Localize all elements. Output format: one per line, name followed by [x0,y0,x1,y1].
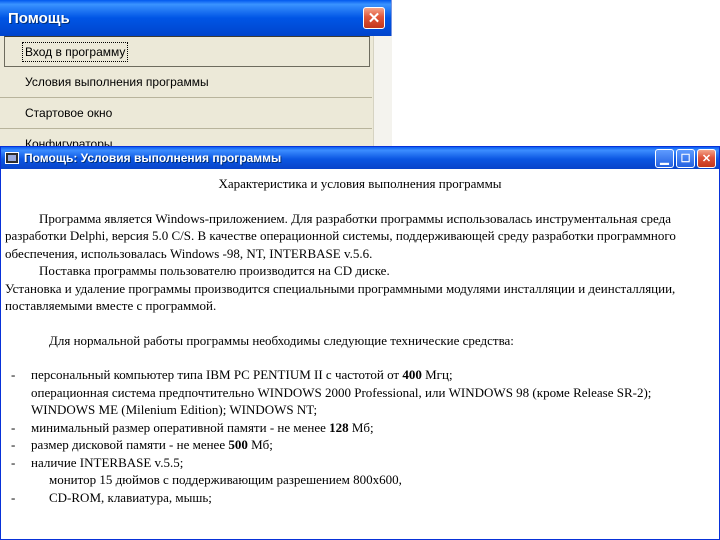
requirement-continuation: WINDOWS ME (Milenium Edition); WINDOWS N… [31,402,318,417]
doc-window-titlebar[interactable]: Помощь: Условия выполнения программы ▁ ☐… [1,147,719,169]
doc-content: Характеристика и условия выполнения прог… [1,169,719,506]
help-topic-label: Условия выполнения программы [25,75,209,89]
help-topic-conditions[interactable]: Условия выполнения программы [0,67,372,98]
list-dash: - [11,437,16,452]
doc-window: Помощь: Условия выполнения программы ▁ ☐… [0,146,720,540]
doc-paragraph-1: Программа является Windows-приложением. … [5,210,676,261]
requirement-continuation: монитор 15 дюймов с поддерживающим разре… [49,472,402,487]
close-icon: ✕ [367,10,381,27]
help-window-close-button[interactable]: ✕ [363,7,385,29]
requirement-item: - минимальный размер оперативной памяти … [5,419,715,437]
close-icon: ✕ [701,152,712,165]
help-topic-label: Вход в программу [21,41,129,62]
list-dash: - [11,367,16,382]
requirement-text: персональный компьютер типа IBM PC PENTI… [31,367,453,382]
doc-paragraph-2: Поставка программы пользователю производ… [39,263,390,278]
maximize-button[interactable]: ☐ [676,148,695,168]
help-window-title: Помощь [8,9,70,27]
help-window-titlebar[interactable]: Помощь ✕ [0,0,391,36]
minimize-button[interactable]: ▁ [655,148,674,168]
requirement-text: размер дисковой памяти - не менее 500 Мб… [31,437,273,452]
help-topic-login[interactable]: Вход в программу [4,36,370,67]
help-topic-start-window[interactable]: Стартовое окно [0,98,372,129]
doc-window-title: Помощь: Условия выполнения программы [24,151,282,165]
maximize-icon: ☐ [680,152,691,165]
list-dash: - [11,454,16,470]
requirement-continuation: операционная система предпочтительно WIN… [31,384,652,400]
requirement-text: CD-ROM, клавиатура, мышь; [49,489,212,505]
requirement-text: наличие INTERBASE v.5.5; [31,454,184,470]
requirement-item: - CD-ROM, клавиатура, мышь; [5,489,715,507]
list-dash: - [11,419,16,435]
requirements-heading: Для нормальной работы программы необходи… [49,332,514,348]
list-dash: - [11,489,16,505]
requirement-item: - размер дисковой памяти - не менее 500 … [5,436,715,454]
help-topic-label: Стартовое окно [25,106,113,120]
requirement-item: - наличие INTERBASE v.5.5; [5,454,715,472]
help-topic-list: Вход в программу Условия выполнения прог… [0,36,372,160]
minimize-icon: ▁ [660,152,669,165]
close-button[interactable]: ✕ [697,148,716,168]
window-app-icon [5,152,19,164]
doc-heading: Характеристика и условия выполнения прог… [218,176,502,191]
requirement-text: минимальный размер оперативной памяти - … [31,419,374,435]
requirement-item: - персональный компьютер типа IBM PC PEN… [5,366,715,384]
doc-paragraph-3: Установка и удаление программы производи… [5,280,676,314]
